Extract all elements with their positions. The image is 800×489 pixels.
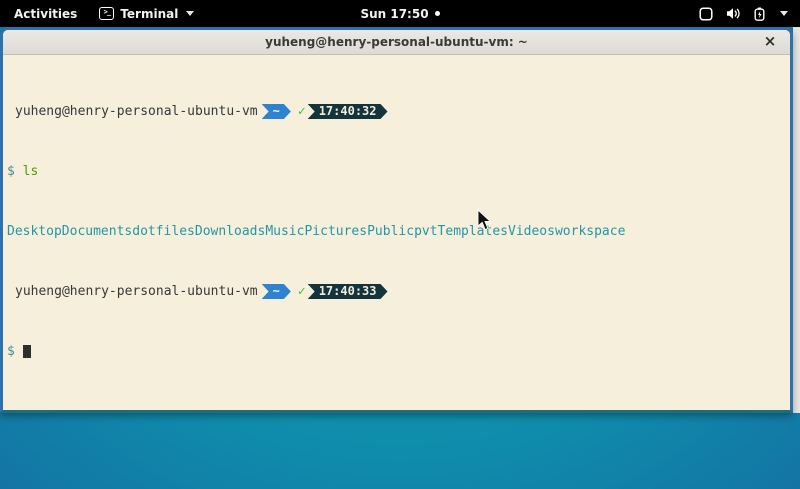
ls-entry: workspace — [555, 224, 625, 239]
prompt-time-segment: 17:40:32 — [308, 104, 388, 119]
prompt-time: 17:40:32 — [319, 104, 377, 119]
command-line: $ ls — [7, 164, 786, 179]
status-check-icon: ✓ — [298, 104, 306, 119]
prompt-symbol: $ — [7, 344, 15, 359]
ls-entry: Documents — [62, 224, 132, 239]
clock-label: Sun 17:50 — [360, 7, 428, 21]
window-titlebar[interactable]: yuheng@henry-personal-ubuntu-vm: ~ × — [3, 30, 790, 55]
chevron-down-icon — [780, 11, 788, 16]
prompt-cwd-segment: ~ — [262, 104, 291, 119]
prompt-cwd-segment: ~ — [262, 284, 291, 299]
ls-output-line: Desktop Documents dotfiles Downloads Mus… — [7, 224, 786, 239]
ls-entry: Music — [265, 224, 304, 239]
ls-entry: Downloads — [195, 224, 265, 239]
ls-entry: Videos — [508, 224, 555, 239]
ls-entry: Templates — [438, 224, 508, 239]
ls-entry: Pictures — [304, 224, 367, 239]
app-indicator-terminal[interactable]: >_ Terminal — [91, 0, 202, 27]
battery-charging-icon — [754, 7, 765, 21]
notification-dot-icon — [435, 11, 440, 16]
scrollbar[interactable] — [793, 27, 800, 413]
ls-entry: pvt — [414, 224, 437, 239]
chevron-down-icon — [186, 11, 194, 16]
prompt-line: yuheng@henry-personal-ubuntu-vm ~ ✓ 17:40:3… — [7, 104, 786, 119]
prompt-time-segment: 17:40:33 — [308, 284, 388, 299]
system-status-menu[interactable] — [687, 0, 800, 27]
ls-entry: dotfiles — [132, 224, 195, 239]
command-text: ls — [23, 164, 39, 179]
command-line-active[interactable]: $ — [7, 344, 786, 359]
terminal-window: yuheng@henry-personal-ubuntu-vm: ~ × yuh… — [0, 27, 793, 413]
command-spacer — [15, 164, 23, 179]
prompt-symbol: $ — [7, 164, 15, 179]
prompt-line: yuheng@henry-personal-ubuntu-vm ~ ✓ 17:40:3… — [7, 284, 786, 299]
activities-button[interactable]: Activities — [0, 0, 91, 27]
prompt-cwd: ~ — [273, 284, 280, 299]
prompt-cwd: ~ — [273, 104, 280, 119]
prompt-user-host: yuheng@henry-personal-ubuntu-vm — [15, 284, 258, 299]
ls-entry: Desktop — [7, 224, 62, 239]
window-title: yuheng@henry-personal-ubuntu-vm: ~ — [265, 35, 528, 49]
prompt-time: 17:40:33 — [319, 284, 377, 299]
screen-icon — [699, 7, 713, 21]
status-check-icon: ✓ — [298, 284, 306, 299]
volume-icon — [726, 7, 741, 20]
top-bar: Activities >_ Terminal Sun 17:50 — [0, 0, 800, 27]
terminal-cursor — [23, 345, 31, 358]
close-button[interactable]: × — [760, 31, 780, 51]
terminal-screen[interactable]: yuheng@henry-personal-ubuntu-vm ~ ✓ 17:40:3… — [3, 55, 790, 410]
app-indicator-label: Terminal — [120, 7, 178, 21]
terminal-icon: >_ — [99, 7, 114, 20]
prompt-user-host: yuheng@henry-personal-ubuntu-vm — [15, 104, 258, 119]
ls-entry: Public — [367, 224, 414, 239]
clock-button[interactable]: Sun 17:50 — [360, 7, 439, 21]
